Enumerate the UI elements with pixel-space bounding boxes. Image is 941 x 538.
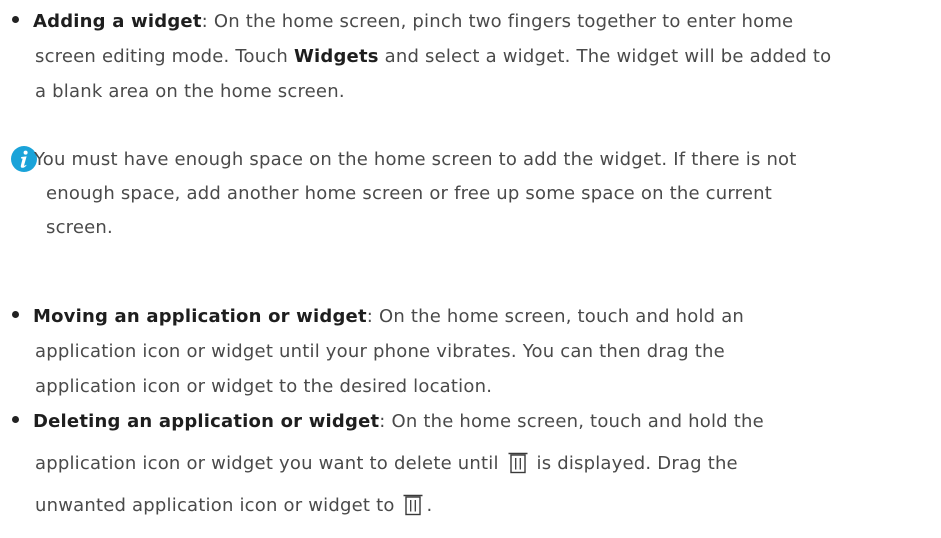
bullet-dot <box>12 416 19 423</box>
text-line: enough space, add another home screen or… <box>46 183 773 204</box>
text-line: Deleting an application or widget: On th… <box>33 401 913 443</box>
text-line: unwanted application icon or widget to . <box>33 485 913 527</box>
text-segment: application icon or widget you want to d… <box>35 453 505 474</box>
text-line: Adding a widget: On the home screen, pin… <box>33 4 913 39</box>
text-line: screen. <box>46 217 113 238</box>
text-line: application icon or widget until your ph… <box>35 341 725 362</box>
text-line: application icon or widget to the desire… <box>35 376 493 397</box>
text-segment: . <box>426 495 433 516</box>
trash-icon <box>403 494 423 516</box>
text-line: application icon or widget you want to d… <box>33 443 913 485</box>
text-segment: : On the home screen, pinch two fingers … <box>201 11 794 32</box>
list-item-text: Deleting an application or widget: On th… <box>33 401 913 527</box>
bullet-dot <box>12 311 19 318</box>
item-title: Adding a widget <box>33 11 202 32</box>
text-line: a blank area on the home screen. <box>33 74 913 109</box>
list-item-text: Adding a widget: On the home screen, pin… <box>33 4 913 109</box>
text-segment: and select a widget. The widget will be … <box>378 46 832 67</box>
text-segment: a blank area on the home screen. <box>35 81 345 102</box>
text-segment: : On the home screen, touch and hold the <box>379 411 764 432</box>
item-title: Moving an application or widget <box>33 306 367 327</box>
text-line: You must have enough space on the home s… <box>34 149 797 170</box>
text-segment: is displayed. Drag the <box>530 453 738 474</box>
text-segment: screen editing mode. Touch <box>35 46 294 67</box>
bullet-dot <box>12 16 19 23</box>
text-segment: unwanted application icon or widget to <box>35 495 401 516</box>
text-segment: : On the home screen, touch and hold an <box>366 306 745 327</box>
item-title: Deleting an application or widget <box>33 411 380 432</box>
note-text: You must have enough space on the home s… <box>34 143 916 245</box>
list-item-text: Moving an application or widget: On the … <box>33 299 913 404</box>
trash-icon <box>508 452 528 474</box>
document-page: Adding a widget: On the home screen, pin… <box>0 0 941 538</box>
text-line: Moving an application or widget: On the … <box>33 299 913 334</box>
text-line: screen editing mode. Touch Widgets and s… <box>33 39 913 74</box>
bold-term-widgets: Widgets <box>293 46 379 67</box>
